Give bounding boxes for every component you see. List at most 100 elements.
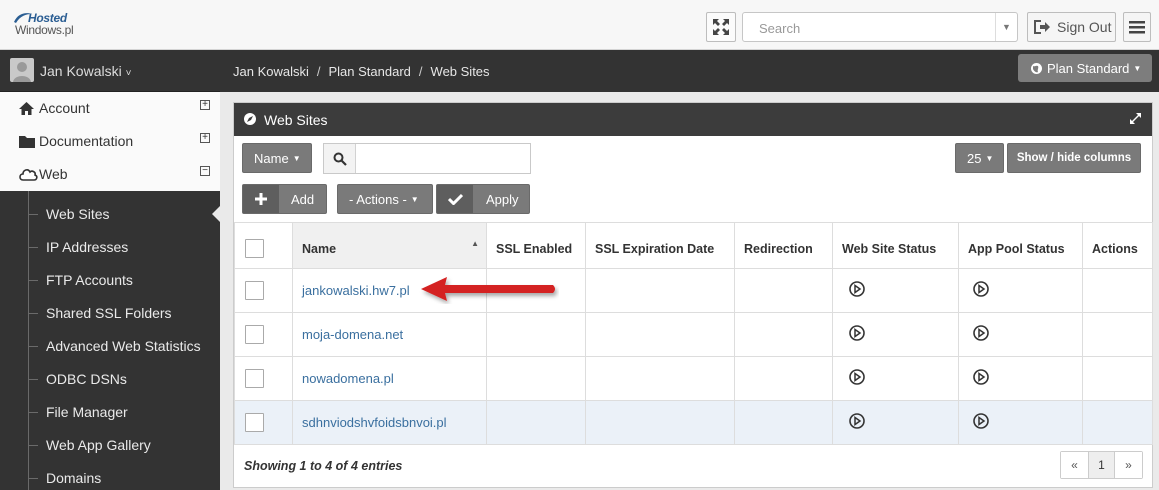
column-header-actions: Actions [1082, 222, 1153, 269]
sidebar-item-odbc-dsns[interactable]: ODBC DSNs [28, 363, 220, 396]
select-all-checkbox[interactable] [245, 239, 264, 258]
site-name-cell: moja-domena.net [292, 312, 487, 357]
table-header-row: Name ▲ SSL Enabled SSL Expiration Date Re… [234, 222, 1153, 269]
add-website-button[interactable]: Add [242, 184, 327, 214]
play-icon[interactable] [973, 281, 989, 297]
ssl-expiration-cell [585, 312, 735, 357]
sidebar-item-account[interactable]: Account + [0, 92, 220, 125]
table-search-input[interactable] [323, 143, 531, 174]
sidebar-subitem-label: File Manager [46, 404, 128, 420]
row-select-cell [234, 400, 293, 445]
fullscreen-button[interactable] [706, 12, 736, 42]
sign-out-button[interactable]: Sign Out [1027, 12, 1116, 42]
plan-selector-button[interactable]: Plan Standard ▼ [1018, 54, 1152, 82]
column-header-ssl-expiration[interactable]: SSL Expiration Date [585, 222, 735, 269]
sidebar-item-file-manager[interactable]: File Manager [28, 396, 220, 429]
search-placeholder: Search [759, 21, 801, 36]
breadcrumb-separator: / [316, 64, 321, 79]
hostedwindows-logo[interactable]: Hosted Windows.pl [12, 11, 82, 39]
maximize-panel-icon[interactable] [1129, 112, 1142, 128]
sidebar-item-web[interactable]: Web − [0, 158, 220, 191]
page-size-button[interactable]: 25 ▼ [955, 143, 1004, 173]
show-hide-columns-button[interactable]: Show / hide columns [1007, 143, 1141, 173]
bulk-actions-dropdown[interactable]: - Actions - ▼ [337, 184, 433, 214]
breadcrumb-item-user[interactable]: Jan Kowalski [233, 64, 309, 79]
expand-toggle-icon[interactable]: + [200, 133, 210, 143]
panel-title: Web Sites [264, 112, 328, 128]
web-sites-panel: Web Sites Name ▼ 25 ▼ Show / hide columns … [233, 102, 1153, 488]
filter-column-button[interactable]: Name ▼ [242, 143, 312, 173]
collapse-toggle-icon[interactable]: − [200, 166, 210, 176]
pager-page-1[interactable]: 1 [1088, 452, 1115, 478]
pager-prev-button[interactable]: « [1061, 452, 1088, 478]
web-status-cell [832, 356, 959, 401]
breadcrumb-bar: Jan Kowalski / Plan Standard / Web Sites Pla… [220, 50, 1159, 92]
site-link[interactable]: jankowalski.hw7.pl [302, 283, 410, 298]
sidebar-item-ftp-accounts[interactable]: FTP Accounts [28, 264, 220, 297]
apply-button[interactable]: Apply [436, 184, 530, 214]
tree-tick [28, 346, 38, 347]
breadcrumb-separator: / [418, 64, 423, 79]
play-icon[interactable] [849, 369, 865, 385]
sidebar-subitem-label: Advanced Web Statistics [46, 338, 201, 354]
sidebar-item-web-sites[interactable]: Web Sites [28, 198, 220, 231]
expand-toggle-icon[interactable]: + [200, 100, 210, 110]
filter-column-label: Name [254, 150, 289, 166]
site-link[interactable]: moja-domena.net [302, 327, 403, 342]
column-header-app-pool-status[interactable]: App Pool Status [958, 222, 1083, 269]
play-icon[interactable] [849, 325, 865, 341]
play-icon[interactable] [849, 413, 865, 429]
row-checkbox[interactable] [245, 281, 264, 300]
sidebar-item-documentation[interactable]: Documentation + [0, 125, 220, 158]
chevron-down-icon: ▼ [985, 153, 994, 163]
active-indicator [212, 206, 220, 222]
chevron-down-icon: ▼ [410, 194, 419, 204]
sidebar-subitem-label: IP Addresses [46, 239, 129, 255]
globe-icon [1031, 62, 1042, 74]
tree-tick [28, 412, 38, 413]
web-submenu: Web Sites IP Addresses FTP Accounts Shar… [0, 191, 220, 490]
pool-status-cell [958, 312, 1083, 357]
sidebar-item-shared-ssl-folders[interactable]: Shared SSL Folders [28, 297, 220, 330]
sidebar-item-label: Account [39, 100, 90, 116]
tree-tick [28, 247, 38, 248]
row-select-cell [234, 356, 293, 401]
play-icon[interactable] [849, 281, 865, 297]
main-menu-button[interactable] [1123, 12, 1151, 42]
ssl-expiration-cell [585, 268, 735, 313]
row-checkbox[interactable] [245, 369, 264, 388]
site-link[interactable]: nowadomena.pl [302, 371, 394, 386]
row-checkbox[interactable] [245, 413, 264, 432]
show-hide-columns-label: Show / hide columns [1016, 152, 1132, 164]
tree-tick [28, 478, 38, 479]
pager-next-button[interactable]: » [1115, 452, 1142, 478]
column-header-redirection[interactable]: Redirection [734, 222, 833, 269]
row-checkbox[interactable] [245, 325, 264, 344]
user-menu[interactable]: Jan Kowalski ˅ [0, 50, 220, 92]
table-row: sdhnviodshvfoidsbnvoi.pl [234, 400, 1153, 445]
site-link[interactable]: sdhnviodshvfoidsbnvoi.pl [302, 415, 447, 430]
plus-icon [243, 185, 279, 213]
table-row: jankowalski.hw7.pl [234, 268, 1153, 313]
table-info: Showing 1 to 4 of 4 entries [244, 459, 403, 473]
column-header-ssl-enabled[interactable]: SSL Enabled [486, 222, 586, 269]
row-select-cell [234, 268, 293, 313]
breadcrumb-item-plan[interactable]: Plan Standard [329, 64, 411, 79]
global-search-input[interactable]: Search ▼ [742, 12, 1018, 42]
websites-table: Name ▲ SSL Enabled SSL Expiration Date Re… [234, 222, 1153, 445]
sidebar-subitem-label: Web Sites [46, 206, 110, 222]
sidebar-item-ip-addresses[interactable]: IP Addresses [28, 231, 220, 264]
sidebar-item-web-app-gallery[interactable]: Web App Gallery [28, 429, 220, 462]
sidebar-item-domains[interactable]: Domains [28, 462, 220, 490]
search-dropdown-icon[interactable]: ▼ [995, 13, 1017, 41]
avatar [10, 58, 34, 82]
chevron-down-icon: ▼ [292, 153, 301, 163]
add-label: Add [291, 191, 315, 207]
play-icon[interactable] [973, 413, 989, 429]
chevron-down-icon: ▼ [1133, 63, 1142, 73]
play-icon[interactable] [973, 325, 989, 341]
column-header-name[interactable]: Name ▲ [292, 222, 487, 269]
play-icon[interactable] [973, 369, 989, 385]
sidebar-item-advanced-web-statistics[interactable]: Advanced Web Statistics [28, 330, 220, 363]
column-header-web-site-status[interactable]: Web Site Status [832, 222, 959, 269]
